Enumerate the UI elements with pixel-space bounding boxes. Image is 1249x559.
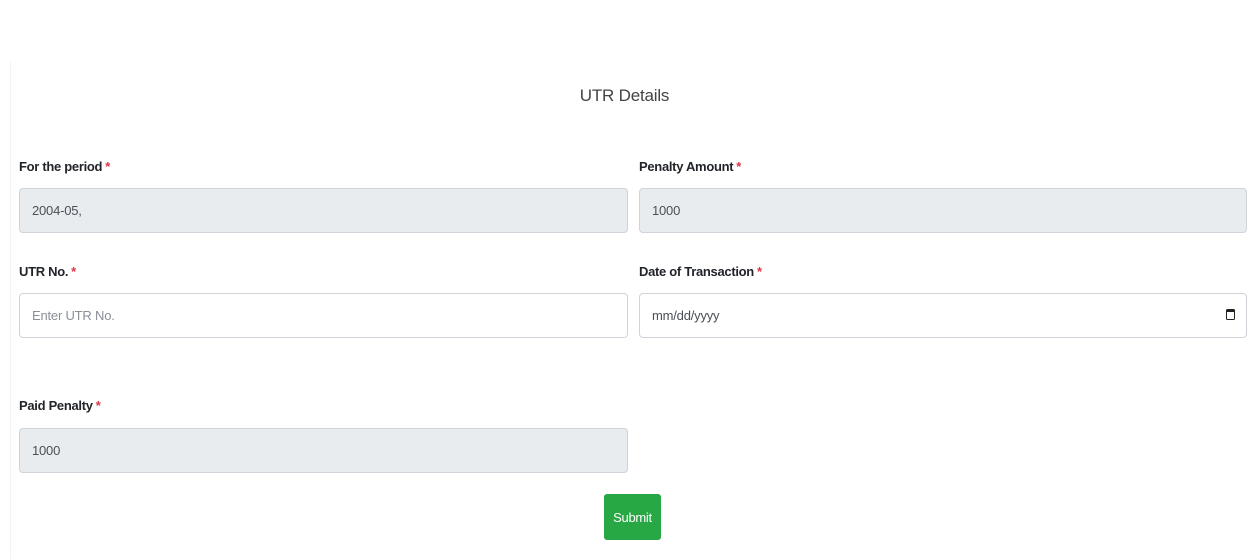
- period-label: For the period *: [19, 159, 110, 174]
- date-of-transaction-label-text: Date of Transaction: [639, 264, 754, 279]
- paid-penalty-label: Paid Penalty *: [19, 398, 101, 413]
- utr-no-label-text: UTR No.: [19, 264, 69, 279]
- utr-details-page: UTR Details For the period * 2004-05, Pen…: [0, 0, 1249, 559]
- utr-no-placeholder: Enter UTR No.: [32, 308, 115, 323]
- penalty-amount-field[interactable]: 1000: [639, 188, 1247, 233]
- utr-no-label: UTR No. *: [19, 264, 76, 279]
- required-marker: *: [756, 264, 762, 279]
- penalty-amount-label-text: Penalty Amount: [639, 159, 734, 174]
- period-value: 2004-05,: [32, 203, 82, 218]
- required-marker: *: [105, 159, 110, 174]
- date-of-transaction-input[interactable]: mm/dd/yyyy: [639, 293, 1247, 338]
- penalty-amount-value: 1000: [652, 203, 681, 218]
- required-marker: *: [71, 264, 76, 279]
- required-marker: *: [736, 159, 742, 174]
- calendar-icon[interactable]: [1226, 309, 1235, 320]
- paid-penalty-field[interactable]: 1000: [19, 428, 628, 473]
- required-marker: *: [95, 398, 101, 413]
- form-title: UTR Details: [579, 86, 670, 105]
- utr-no-input[interactable]: Enter UTR No.: [19, 293, 628, 338]
- paid-penalty-label-text: Paid Penalty: [19, 398, 93, 413]
- date-of-transaction-label: Date of Transaction *: [639, 264, 762, 279]
- date-of-transaction-placeholder: mm/dd/yyyy: [652, 308, 720, 323]
- penalty-amount-label: Penalty Amount *: [639, 159, 741, 174]
- period-label-text: For the period: [19, 159, 103, 174]
- paid-penalty-value: 1000: [32, 443, 61, 458]
- period-field[interactable]: 2004-05,: [19, 188, 628, 233]
- submit-button[interactable]: Submit: [604, 494, 661, 540]
